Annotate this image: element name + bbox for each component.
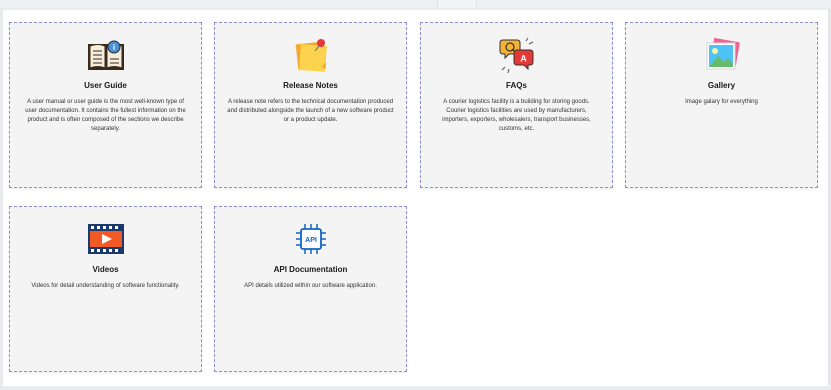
image-gallery-icon xyxy=(702,37,742,73)
svg-text:A: A xyxy=(520,54,527,64)
video-film-icon xyxy=(86,221,126,257)
card-description: A courier logistics facility is a buildi… xyxy=(442,99,591,132)
card-faqs[interactable]: A FAQs A courier logistics facility is a… xyxy=(420,22,613,188)
api-chip-icon: API xyxy=(291,221,331,257)
card-title: Gallery xyxy=(707,81,736,90)
top-tab[interactable] xyxy=(437,0,477,8)
card-videos[interactable]: Videos Videos for detail understanding o… xyxy=(9,206,202,372)
qa-bubbles-icon: A xyxy=(497,37,537,74)
card-title: Release Notes xyxy=(283,81,338,90)
sticky-note-icon xyxy=(291,37,331,73)
card-description: A release note refers to the technical d… xyxy=(227,99,394,123)
card-title: FAQs xyxy=(506,81,527,90)
book-icon: i xyxy=(86,37,126,73)
card-user-guide[interactable]: i User Guide A user manual or user guide… xyxy=(9,22,202,188)
card-description: API details utilized within our software… xyxy=(244,283,377,289)
top-bar xyxy=(0,0,831,8)
card-description: A user manual or user guide is the most … xyxy=(25,99,186,132)
card-description: Videos for detail understanding of softw… xyxy=(31,283,180,289)
card-description: Image galary for everything xyxy=(685,99,758,105)
card-title: User Guide xyxy=(84,81,127,90)
card-title: Videos xyxy=(92,265,119,274)
svg-text:i: i xyxy=(112,43,114,52)
svg-text:API: API xyxy=(305,237,317,244)
card-gallery[interactable]: Gallery Image galary for everything xyxy=(625,22,818,188)
card-api-documentation[interactable]: API API Documentation API details utiliz… xyxy=(214,206,407,372)
card-title: API Documentation xyxy=(273,265,348,274)
card-release-notes[interactable]: Release Notes A release note refers to t… xyxy=(214,22,407,188)
